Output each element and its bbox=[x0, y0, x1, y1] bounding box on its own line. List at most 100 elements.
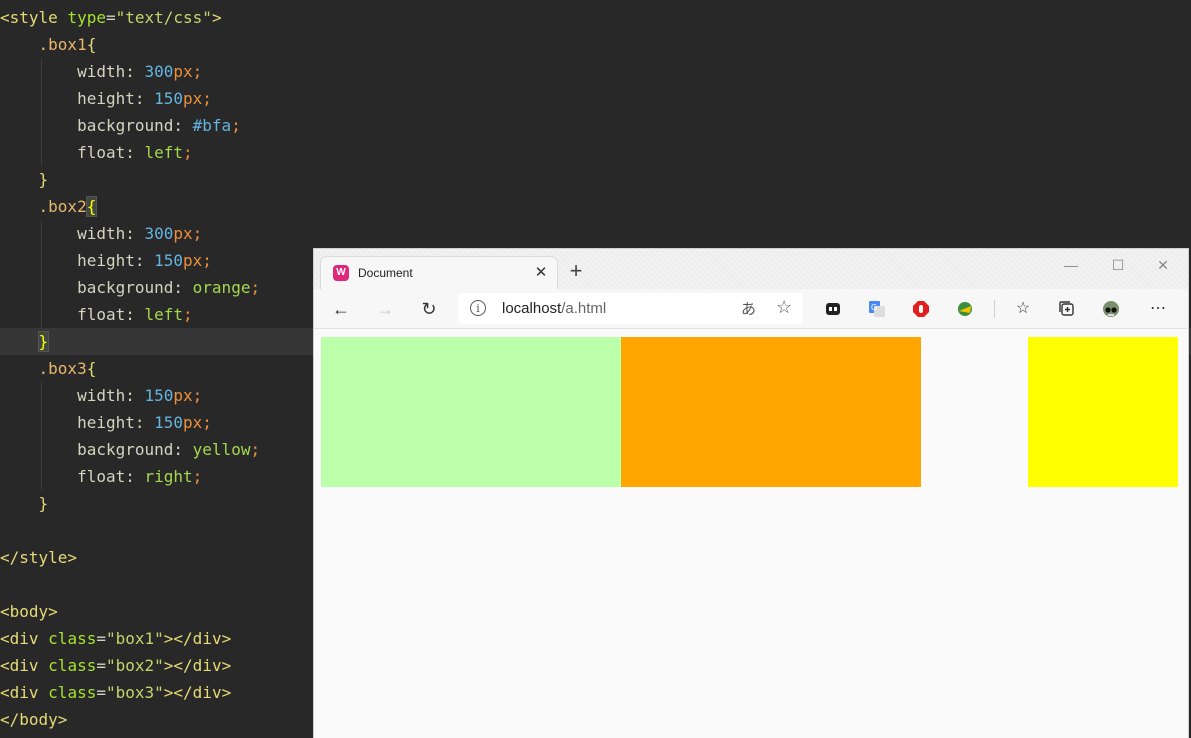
code-line[interactable]: .box2{ bbox=[0, 193, 1191, 220]
favicon-icon: W bbox=[333, 265, 349, 281]
code-token: ; bbox=[183, 305, 193, 324]
code-token: .box2 bbox=[38, 197, 87, 216]
tab-title: Document bbox=[358, 266, 413, 280]
code-token: 300 bbox=[144, 224, 174, 243]
code-token: left bbox=[144, 143, 184, 162]
code-token: ; bbox=[202, 251, 212, 270]
code-token: height bbox=[77, 251, 135, 270]
browser-toolbar: ← → ↻ i localhost/a.html あ ☆ G ☆ ⋯ bbox=[314, 289, 1188, 329]
code-token: px bbox=[173, 386, 193, 405]
toolbar-divider bbox=[994, 300, 995, 318]
code-line[interactable]: <style type="text/css"> bbox=[0, 4, 1191, 31]
tab-close-icon[interactable]: ✕ bbox=[533, 265, 549, 281]
code-token: : bbox=[173, 278, 193, 297]
code-token: : bbox=[125, 224, 145, 243]
code-token: float bbox=[77, 467, 126, 486]
code-token: ; bbox=[202, 413, 212, 432]
favorite-star-icon[interactable]: ☆ bbox=[776, 297, 792, 318]
close-window-button[interactable]: ✕ bbox=[1153, 255, 1173, 275]
box1 bbox=[321, 337, 621, 487]
adblock-icon[interactable] bbox=[912, 300, 930, 318]
code-token: <body> bbox=[0, 602, 58, 621]
code-token: ; bbox=[192, 224, 203, 243]
code-line[interactable]: background: #bfa; bbox=[0, 112, 1191, 139]
site-info-icon[interactable]: i bbox=[470, 300, 486, 316]
favorites-icon[interactable]: ☆ bbox=[1011, 297, 1035, 321]
back-button[interactable]: ← bbox=[329, 297, 353, 321]
minimize-button[interactable]: — bbox=[1061, 255, 1081, 275]
code-token: : bbox=[125, 62, 145, 81]
url-host: localhost bbox=[502, 300, 562, 317]
code-line[interactable]: width: 300px; bbox=[0, 220, 1191, 247]
globe-extension-icon[interactable] bbox=[956, 300, 974, 318]
code-token: px bbox=[173, 224, 193, 243]
refresh-button[interactable]: ↻ bbox=[417, 297, 441, 321]
code-token: #bfa bbox=[192, 116, 232, 135]
code-token: yellow bbox=[192, 440, 251, 459]
svg-text:G: G bbox=[871, 303, 877, 312]
page-content bbox=[314, 329, 1188, 738]
code-token: class bbox=[48, 629, 97, 648]
code-token: height bbox=[77, 413, 135, 432]
code-line[interactable]: width: 300px; bbox=[0, 58, 1191, 85]
code-token: class bbox=[48, 656, 97, 675]
code-token: </style> bbox=[0, 548, 78, 567]
collections-icon[interactable] bbox=[1058, 300, 1076, 318]
code-token: ></div> bbox=[163, 629, 232, 648]
tab-document[interactable]: W Document ✕ bbox=[321, 257, 557, 289]
code-token: float bbox=[77, 305, 126, 324]
extension-mask-icon[interactable] bbox=[824, 300, 842, 318]
code-line[interactable]: .box1{ bbox=[0, 31, 1191, 58]
code-token: : bbox=[125, 143, 145, 162]
code-token: { bbox=[86, 359, 97, 378]
code-token: .box3 bbox=[38, 359, 87, 378]
code-token: > bbox=[211, 8, 222, 27]
code-token: </body> bbox=[0, 710, 68, 729]
code-token: ; bbox=[231, 116, 241, 135]
code-token: px bbox=[183, 251, 203, 270]
code-token: <div bbox=[0, 683, 49, 702]
translate-icon[interactable]: あ bbox=[741, 298, 756, 319]
code-token: ></div> bbox=[163, 656, 232, 675]
code-token: type bbox=[67, 8, 106, 27]
code-token: : bbox=[134, 251, 155, 270]
more-menu-icon[interactable]: ⋯ bbox=[1146, 297, 1170, 321]
code-token: } bbox=[38, 494, 49, 513]
google-translate-icon[interactable]: G bbox=[868, 300, 886, 318]
code-token: width bbox=[77, 386, 126, 405]
profile-avatar-icon[interactable] bbox=[1102, 300, 1120, 318]
url-text[interactable]: localhost/a.html bbox=[502, 300, 606, 317]
box2 bbox=[621, 337, 921, 487]
code-token: : bbox=[173, 440, 193, 459]
new-tab-button[interactable]: + bbox=[566, 260, 586, 282]
code-token: : bbox=[125, 467, 145, 486]
code-token: width bbox=[77, 62, 126, 81]
browser-window: W Document ✕ + — ☐ ✕ ← → ↻ i localhost/a… bbox=[313, 248, 1189, 738]
code-token: "box3" bbox=[105, 683, 164, 702]
code-token: height bbox=[77, 89, 135, 108]
code-token: <style bbox=[0, 8, 68, 27]
code-token: : bbox=[134, 413, 155, 432]
code-token: 150 bbox=[154, 413, 184, 432]
code-token: : bbox=[125, 305, 145, 324]
code-token: "box2" bbox=[105, 656, 164, 675]
address-bar[interactable]: i localhost/a.html あ ☆ bbox=[458, 293, 803, 324]
code-line[interactable]: } bbox=[0, 166, 1191, 193]
code-token: <div bbox=[0, 629, 49, 648]
code-token: background bbox=[77, 440, 174, 459]
box3 bbox=[1028, 337, 1178, 487]
forward-button[interactable]: → bbox=[373, 297, 397, 321]
code-token: } bbox=[37, 331, 50, 352]
code-line[interactable]: float: left; bbox=[0, 139, 1191, 166]
code-token: } bbox=[38, 170, 49, 189]
maximize-button[interactable]: ☐ bbox=[1108, 255, 1128, 275]
code-line[interactable]: height: 150px; bbox=[0, 85, 1191, 112]
